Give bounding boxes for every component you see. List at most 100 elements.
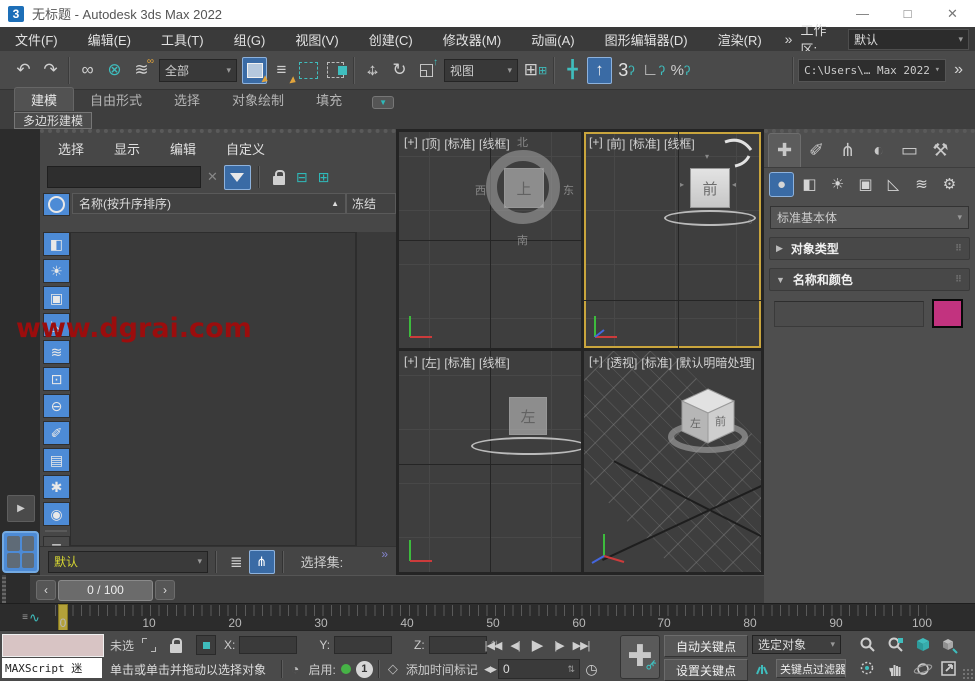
menu-tools[interactable]: 工具(T) <box>146 30 219 49</box>
viewport-pov-label[interactable]: [顶] <box>422 135 441 152</box>
viewport-pov-label[interactable]: [前] <box>607 135 626 152</box>
key-mode-toggle[interactable]: ◀▶ <box>482 659 498 679</box>
window-crossing-button[interactable] <box>323 57 348 84</box>
time-next-button[interactable]: › <box>155 580 175 600</box>
project-folder-dropdown[interactable]: C:\Users\… Max 2022 ▾ <box>798 59 946 82</box>
selection-filter-dropdown[interactable]: 全部 ▾ <box>159 59 237 82</box>
primitive-category-dropdown[interactable]: 标准基本体 ▾ <box>770 206 969 229</box>
category-spacewarps[interactable]: ≋ <box>909 172 934 197</box>
select-and-rotate-button[interactable]: ↻ <box>387 57 412 84</box>
layers-overflow-icon[interactable]: » <box>381 547 388 561</box>
rollout-object-type[interactable]: ▶ 对象类型 ⠿ <box>769 237 970 260</box>
tab-freeform[interactable]: 自由形式 <box>74 88 158 111</box>
viewcube-compass-ring[interactable] <box>471 437 581 455</box>
viewport-shading-label[interactable]: [默认明暗处理] <box>676 354 755 371</box>
expand-all-button[interactable]: ⊞ <box>318 169 330 186</box>
selection-lock-icon[interactable] <box>170 644 182 653</box>
object-color-swatch[interactable] <box>932 299 963 328</box>
bind-to-spacewarp-button[interactable]: ≋∞ <box>129 57 154 84</box>
maxscript-macro-field[interactable] <box>2 634 104 657</box>
key-filters-button[interactable]: 关键点过滤器.. <box>776 659 846 678</box>
explorer-menu-edit[interactable]: 编辑 <box>170 139 196 158</box>
category-systems[interactable]: ⚙ <box>937 172 962 197</box>
viewport-top[interactable]: [+] [顶] [标准] [线框] 上 北 南 西 东 <box>399 132 581 348</box>
key-mode-dropdown[interactable]: 选定对象 ▾ <box>752 635 841 654</box>
name-column-header[interactable]: 名称(按升序排序) ▲ <box>72 193 346 214</box>
select-and-move-button[interactable]: ↔↕ <box>360 57 385 84</box>
viewcube-top-face[interactable]: 上 <box>504 168 544 208</box>
time-prev-button[interactable]: ‹ <box>36 580 56 600</box>
zoom-all-button[interactable] <box>884 634 908 655</box>
compass-north[interactable]: 北 <box>517 134 528 150</box>
current-frame-field[interactable]: 0 ⇅ <box>498 659 580 679</box>
set-key-button[interactable]: 设置关键点 <box>664 659 748 681</box>
grid-display-icon[interactable]: ◔ <box>291 661 299 677</box>
zoom-button[interactable] <box>856 634 880 655</box>
display-bones-button[interactable]: ✐ <box>43 421 70 445</box>
workspace-dropdown[interactable]: 默认 ▾ <box>848 29 969 50</box>
zoom-region-button[interactable] <box>856 658 880 679</box>
menu-group[interactable]: 组(G) <box>219 30 281 49</box>
viewport-standard-label[interactable]: [标准] <box>641 354 672 371</box>
reference-coordinate-dropdown[interactable]: 视图 ▾ <box>444 59 518 82</box>
compass-east[interactable]: 东 <box>563 182 574 198</box>
x-coordinate-field[interactable] <box>239 636 297 654</box>
viewport-left[interactable]: [+] [左] [标准] [线框] 左 <box>399 351 581 572</box>
category-lights[interactable]: ☀ <box>825 172 850 197</box>
explorer-menu-select[interactable]: 选择 <box>58 139 84 158</box>
viewport-shading-label[interactable]: [线框] <box>479 354 510 371</box>
time-slider[interactable]: ‹ 0 / 100 › <box>30 575 764 604</box>
tab-utilities[interactable]: ⚒ <box>925 133 956 167</box>
display-geometry-column-button[interactable] <box>43 193 70 216</box>
viewcube-arrow-right[interactable]: ◂ <box>732 180 736 189</box>
explorer-object-list[interactable] <box>70 232 356 546</box>
select-object-button[interactable] <box>242 57 267 84</box>
auto-key-button[interactable]: 自动关键点 <box>664 635 748 657</box>
zoom-extents-button[interactable] <box>911 634 935 655</box>
tab-hierarchy[interactable]: ⋔ <box>832 133 863 167</box>
play-button[interactable]: ▶ <box>526 635 548 655</box>
undo-button[interactable]: ↶ <box>11 57 36 84</box>
layer-dropdown[interactable]: 默认 ▾ <box>48 551 208 573</box>
menu-rendering[interactable]: 渲染(R) <box>703 30 777 49</box>
viewport-standard-label[interactable]: [标准] <box>444 354 475 371</box>
subtab-polygon-modeling[interactable]: 多边形建模 <box>14 112 92 129</box>
menu-create[interactable]: 创建(C) <box>354 30 428 49</box>
isolate-icon[interactable]: ◇ <box>388 661 398 677</box>
track-bar[interactable]: ≡ ∿ 0 10 20 30 40 50 60 70 80 90 100 <box>0 603 975 631</box>
menu-overflow-icon[interactable]: » <box>785 31 793 47</box>
category-helpers[interactable]: ◺ <box>881 172 906 197</box>
zoom-extents-all-button[interactable] <box>937 634 961 655</box>
viewcube-left-face[interactable]: 左 <box>509 397 547 435</box>
angle-snap-button[interactable]: ∟ʔ <box>641 57 666 84</box>
redo-button[interactable]: ↷ <box>38 57 63 84</box>
menu-edit[interactable]: 编辑(E) <box>73 30 146 49</box>
menu-animation[interactable]: 动画(A) <box>516 30 589 49</box>
snap-toggle-button[interactable]: ↑ <box>587 57 612 84</box>
maxscript-mini-listener[interactable]: MAXScript 迷 <box>2 658 102 678</box>
percent-snap-button[interactable]: %ʔ <box>668 57 693 84</box>
rollout-name-color[interactable]: ▼ 名称和颜色 ⠿ <box>769 268 970 291</box>
absolute-mode-button[interactable] <box>196 635 216 655</box>
display-panels-button[interactable]: ▤ <box>43 448 70 472</box>
viewcube-arrow-up[interactable]: ▾ <box>705 152 709 161</box>
add-time-tag[interactable]: 添加时间标记 <box>406 661 478 678</box>
viewport-perspective[interactable]: [+] [透视] [标准] [默认明暗处理] 左 前 <box>584 351 761 572</box>
collapse-all-button[interactable]: ⊟ <box>296 169 308 186</box>
schematic-view-button[interactable]: ⋔ <box>249 550 275 574</box>
resize-grip[interactable] <box>962 668 974 680</box>
mini-curve-editor-button[interactable]: ≡ ∿ <box>16 608 46 627</box>
tab-create[interactable]: ✚ <box>768 133 801 167</box>
set-keys-button[interactable]: ✚ ⚷ <box>620 635 660 679</box>
object-name-field[interactable] <box>774 301 924 327</box>
viewport-pov-label[interactable]: [左] <box>422 354 441 371</box>
viewport-menu-plus[interactable]: [+] <box>404 135 418 152</box>
explorer-menu-display[interactable]: 显示 <box>114 139 140 158</box>
expand-panel-button[interactable]: ▶ <box>7 495 35 522</box>
viewport-front[interactable]: [+] [前] [标准] [线框] 前 ▸ ◂ ▾ ○ <box>584 132 761 348</box>
viewport-shading-label[interactable]: [线框] <box>479 135 510 152</box>
viewport-menu-plus[interactable]: [+] <box>589 354 603 371</box>
go-to-end-button[interactable]: ▶▶| <box>570 635 592 655</box>
use-pivot-center-button[interactable]: ⊞⊞ <box>523 57 548 84</box>
viewport-pov-label[interactable]: [透视] <box>607 354 638 371</box>
